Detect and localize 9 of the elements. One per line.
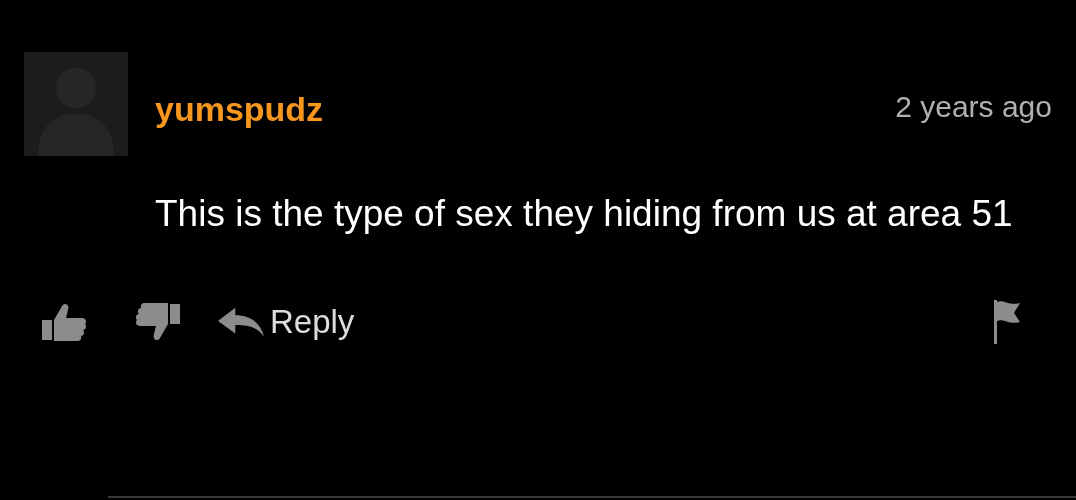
username[interactable]: yumspudz xyxy=(155,90,324,129)
avatar-icon xyxy=(24,52,128,156)
thumbs-up-icon[interactable] xyxy=(40,302,88,342)
flag-icon[interactable] xyxy=(992,300,1022,344)
comment-text: This is the type of sex they hiding from us at area 51 xyxy=(155,192,1014,236)
reply-button[interactable]: Reply xyxy=(218,303,355,341)
thumbs-down-icon[interactable] xyxy=(134,302,182,342)
reply-arrow-icon xyxy=(218,307,264,337)
timestamp: 2 years ago xyxy=(895,90,1052,124)
